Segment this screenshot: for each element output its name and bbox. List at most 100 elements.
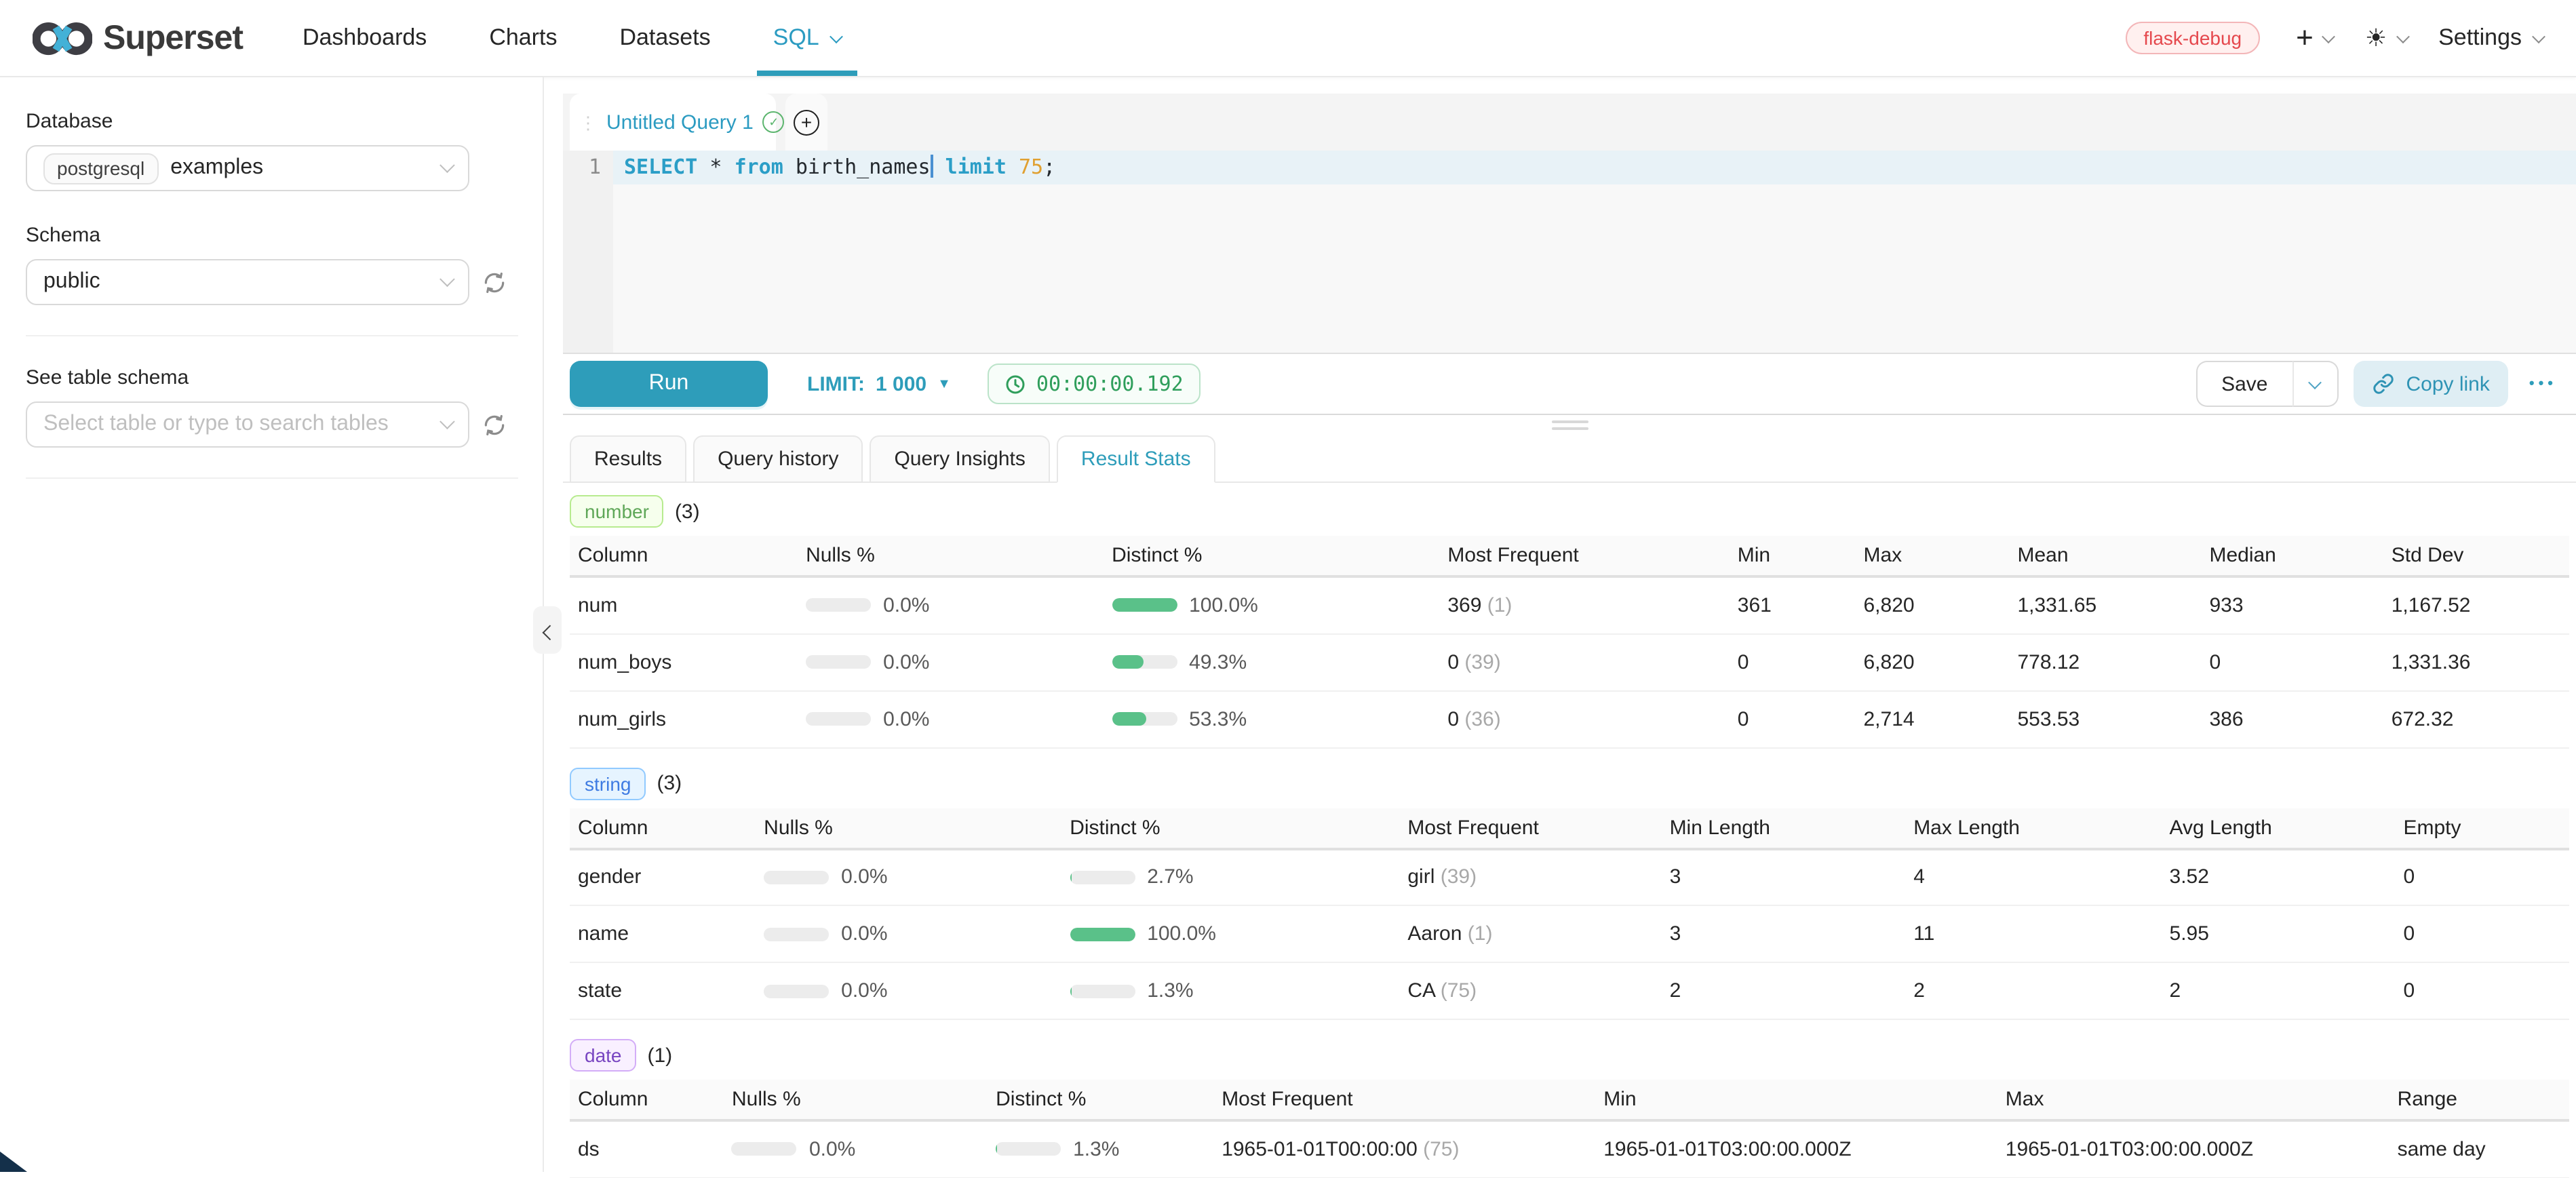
stat-value: 4: [1905, 848, 2161, 905]
stat-value: 11: [1905, 905, 2161, 962]
editor-toolbar: Run LIMIT: 1 000 ▼ 00:00:00.192 Save: [563, 353, 2576, 415]
column-header: Avg Length: [2162, 808, 2396, 848]
column-header: Column: [570, 536, 798, 576]
database-select[interactable]: postgresql examples: [26, 145, 469, 191]
link-icon: [2372, 373, 2394, 395]
drag-handle-icon[interactable]: ⋮: [579, 113, 597, 131]
column-header: Column: [570, 808, 756, 848]
percent-value: 0.0%: [883, 594, 929, 617]
stat-value: 5.95: [2162, 905, 2396, 962]
column-count: (1): [648, 1044, 673, 1067]
limit-dropdown[interactable]: LIMIT: 1 000 ▼: [807, 372, 951, 395]
chevron-down-icon: [440, 271, 455, 287]
percent-value: 0.0%: [809, 1138, 855, 1161]
superset-logo[interactable]: Superset: [33, 18, 243, 58]
progress-bar: [732, 1143, 797, 1156]
progress-bar: [764, 984, 829, 998]
stat-value: 6,820: [1856, 633, 2010, 690]
top-nav: Superset Dashboards Charts Datasets SQL …: [0, 0, 2576, 77]
result-tab-results[interactable]: Results: [570, 435, 686, 483]
settings-menu[interactable]: Settings: [2438, 24, 2543, 52]
limit-value: 1 000: [876, 372, 926, 395]
nav-item-charts[interactable]: Charts: [489, 0, 557, 76]
query-tab-title: Untitled Query 1: [606, 111, 754, 134]
column-header: Most Frequent: [1439, 536, 1729, 576]
query-tab[interactable]: ⋮ Untitled Query 1 ✓ ×: [570, 94, 776, 151]
column-header: Most Frequent: [1399, 808, 1661, 848]
superset-sql-lab: Superset Dashboards Charts Datasets SQL …: [0, 0, 2576, 1172]
stat-value: 2: [2162, 962, 2396, 1019]
save-options-button[interactable]: [2292, 361, 2338, 407]
chevron-down-icon: [2396, 29, 2409, 43]
result-tab-query-history[interactable]: Query history: [693, 435, 863, 483]
sql-code-line[interactable]: SELECT * from birth_names limit 75;: [613, 151, 2576, 184]
table-row: state0.0%1.3%CA (75)2220: [570, 962, 2569, 1019]
schema-select[interactable]: public: [26, 259, 469, 305]
nav-item-datasets[interactable]: Datasets: [619, 0, 710, 76]
new-query-tab-button[interactable]: +: [785, 94, 827, 151]
nav-item-dashboards[interactable]: Dashboards: [303, 0, 427, 76]
column-header: Std Dev: [2383, 536, 2569, 576]
most-frequent-cell: girl (39): [1399, 848, 1661, 905]
stat-value: 1965-01-01T03:00:00.000Z: [1595, 1120, 1997, 1177]
percent-value: 0.0%: [841, 866, 887, 889]
progress-bar: [1112, 712, 1177, 726]
table-select[interactable]: Select table or type to search tables: [26, 401, 469, 448]
progress-bar: [1070, 927, 1135, 941]
sql-code-editor[interactable]: 1 SELECT * from birth_names limit 75;: [563, 151, 2576, 353]
column-name: num: [570, 576, 798, 633]
timer-value: 00:00:00.192: [1036, 372, 1184, 396]
sql-token: SELECT: [624, 155, 697, 179]
stat-value: 0: [2395, 848, 2569, 905]
theme-menu[interactable]: ☀: [2365, 24, 2407, 52]
percent-value: 53.3%: [1189, 707, 1247, 730]
save-button[interactable]: Save: [2196, 361, 2292, 407]
sql-token: *: [697, 155, 734, 179]
table-row: num_boys0.0%49.3%0 (39)06,820778.1201,33…: [570, 633, 2569, 690]
ellipsis-icon[interactable]: •••: [2529, 376, 2557, 392]
percent-value: 0.0%: [883, 650, 929, 673]
stat-value: 3: [1662, 848, 1906, 905]
sql-token: [933, 155, 945, 179]
chevron-down-icon: [2322, 29, 2336, 43]
progress-bar: [996, 1143, 1061, 1156]
stat-value: 3.52: [2162, 848, 2396, 905]
table-schema-label: See table schema: [26, 366, 543, 389]
schema-label: Schema: [26, 224, 543, 247]
column-header: Nulls %: [724, 1080, 988, 1120]
column-header: Nulls %: [798, 536, 1104, 576]
column-name: num_boys: [570, 633, 798, 690]
progress-bar: [1112, 599, 1177, 612]
column-name: num_girls: [570, 690, 798, 747]
result-stats-panel: number(3)ColumnNulls %Distinct %Most Fre…: [570, 495, 2569, 1178]
nav-item-sql[interactable]: SQL: [773, 0, 841, 76]
database-label: Database: [26, 110, 543, 133]
string-type-tag: string: [570, 767, 646, 800]
new-item-menu[interactable]: +: [2296, 24, 2334, 52]
column-count: (3): [657, 772, 682, 795]
nav-right: flask-debug + ☀ Settings: [2126, 22, 2543, 54]
column-name: ds: [570, 1120, 724, 1177]
column-header: Max: [1856, 536, 2010, 576]
line-number: 1: [563, 151, 601, 184]
plus-circle-icon: +: [794, 109, 819, 135]
copy-link-button[interactable]: Copy link: [2353, 361, 2508, 407]
result-tab-query-insights[interactable]: Query Insights: [870, 435, 1049, 483]
check-circle-icon: ✓: [763, 111, 785, 133]
page-body: Database postgresql examples Schema publ…: [0, 77, 2576, 1172]
column-name: gender: [570, 848, 756, 905]
refresh-icon[interactable]: [482, 269, 507, 295]
result-tab-result-stats[interactable]: Result Stats: [1057, 435, 1215, 483]
number-section: number(3)ColumnNulls %Distinct %Most Fre…: [570, 495, 2569, 748]
clock-icon: [1005, 374, 1026, 394]
refresh-icon[interactable]: [482, 412, 507, 437]
most-frequent-cell: 1965-01-01T00:00:00 (75): [1213, 1120, 1595, 1177]
chevron-down-icon: [2532, 29, 2545, 43]
editor-resize-handle[interactable]: [563, 415, 2576, 435]
stat-value: 0: [1730, 690, 1856, 747]
collapse-sidebar-button[interactable]: [533, 606, 562, 654]
stat-value: 933: [2201, 576, 2383, 633]
run-button[interactable]: Run: [570, 361, 768, 407]
column-header: Empty: [2395, 808, 2569, 848]
progress-bar: [1112, 655, 1177, 669]
